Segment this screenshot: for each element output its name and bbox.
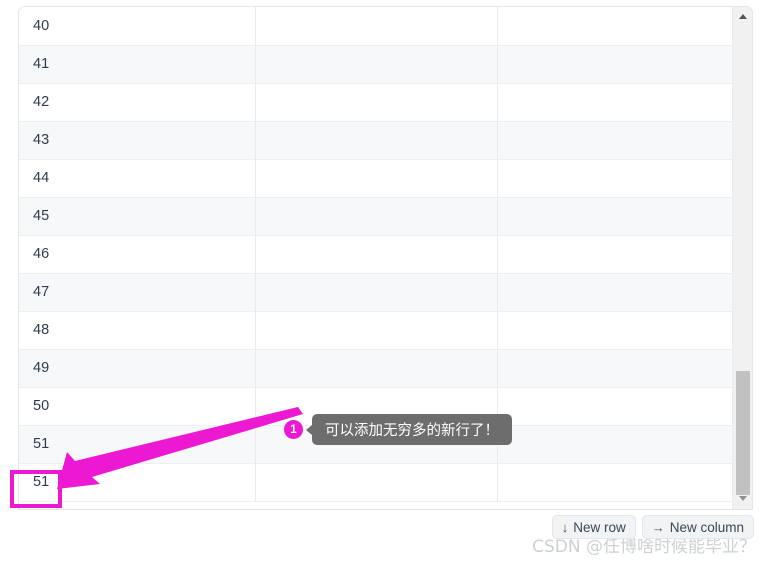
vertical-scrollbar[interactable] (732, 7, 752, 509)
table-row[interactable]: 49 (19, 349, 733, 388)
row-cell-col2[interactable] (255, 349, 498, 388)
row-index-cell[interactable]: 42 (19, 83, 256, 122)
row-cell-col2[interactable] (255, 121, 498, 160)
row-index-cell[interactable]: 45 (19, 197, 256, 236)
row-cell-col2[interactable] (255, 463, 498, 502)
row-cell-col3[interactable] (497, 463, 733, 502)
row-cell-col2[interactable] (255, 235, 498, 274)
arrow-down-icon: ↓ (561, 519, 569, 535)
table-row[interactable]: 41 (19, 45, 733, 84)
row-cell-col3[interactable] (497, 425, 733, 464)
table-row[interactable]: 45 (19, 197, 733, 236)
row-index-cell[interactable]: 51 (19, 425, 256, 464)
row-index-cell[interactable]: 41 (19, 45, 256, 84)
table-actions-toolbar: ↓ New row → New column (551, 515, 754, 539)
row-cell-col3[interactable] (497, 45, 733, 84)
triangle-down-icon (739, 496, 747, 501)
table-row[interactable]: 47 (19, 273, 733, 312)
row-cell-col3[interactable] (497, 311, 733, 350)
row-cell-col3[interactable] (497, 235, 733, 274)
new-column-button[interactable]: → New column (641, 515, 754, 539)
row-cell-col2[interactable] (255, 273, 498, 312)
row-cell-col2[interactable] (255, 83, 498, 122)
arrow-right-icon: → (651, 519, 665, 535)
screenshot-root: 40 41 42 43 44 45 46 47 48 49 50 51 51 1… (0, 0, 766, 562)
new-column-label: New column (669, 519, 744, 535)
callout-tooltip: 可以添加无穷多的新行了！ (306, 414, 512, 445)
table-row[interactable]: 42 (19, 83, 733, 122)
row-index-cell[interactable]: 49 (19, 349, 256, 388)
highlight-box (10, 470, 62, 508)
scroll-up-button[interactable] (733, 9, 752, 24)
scrollbar-thumb[interactable] (736, 371, 750, 495)
row-cell-col3[interactable] (497, 159, 733, 198)
row-cell-col3[interactable] (497, 387, 733, 426)
row-index-cell[interactable]: 43 (19, 121, 256, 160)
scroll-down-button[interactable] (733, 491, 752, 506)
row-index-cell[interactable]: 50 (19, 387, 256, 426)
row-cell-col3[interactable] (497, 197, 733, 236)
row-index-cell[interactable]: 47 (19, 273, 256, 312)
table-row[interactable]: 48 (19, 311, 733, 350)
table-row[interactable]: 44 (19, 159, 733, 198)
table-row[interactable]: 40 (19, 7, 733, 46)
row-cell-col2[interactable] (255, 197, 498, 236)
callout-badge-1: 1 (284, 420, 303, 439)
table-row[interactable]: 43 (19, 121, 733, 160)
new-row-button[interactable]: ↓ New row (551, 515, 636, 539)
table-row-new[interactable]: 51 (19, 463, 733, 502)
row-index-cell[interactable]: 46 (19, 235, 256, 274)
row-index-cell[interactable]: 48 (19, 311, 256, 350)
row-cell-col3[interactable] (497, 83, 733, 122)
row-index-cell[interactable]: 40 (19, 7, 256, 46)
row-cell-col2[interactable] (255, 311, 498, 350)
row-cell-col2[interactable] (255, 45, 498, 84)
row-cell-col3[interactable] (497, 349, 733, 388)
table-row[interactable]: 46 (19, 235, 733, 274)
row-cell-col2[interactable] (255, 159, 498, 198)
new-row-label: New row (573, 519, 626, 535)
row-index-cell[interactable]: 44 (19, 159, 256, 198)
row-cell-col3[interactable] (497, 273, 733, 312)
triangle-up-icon (739, 14, 747, 19)
row-cell-col3[interactable] (497, 7, 733, 46)
row-cell-col2[interactable] (255, 7, 498, 46)
row-cell-col3[interactable] (497, 121, 733, 160)
